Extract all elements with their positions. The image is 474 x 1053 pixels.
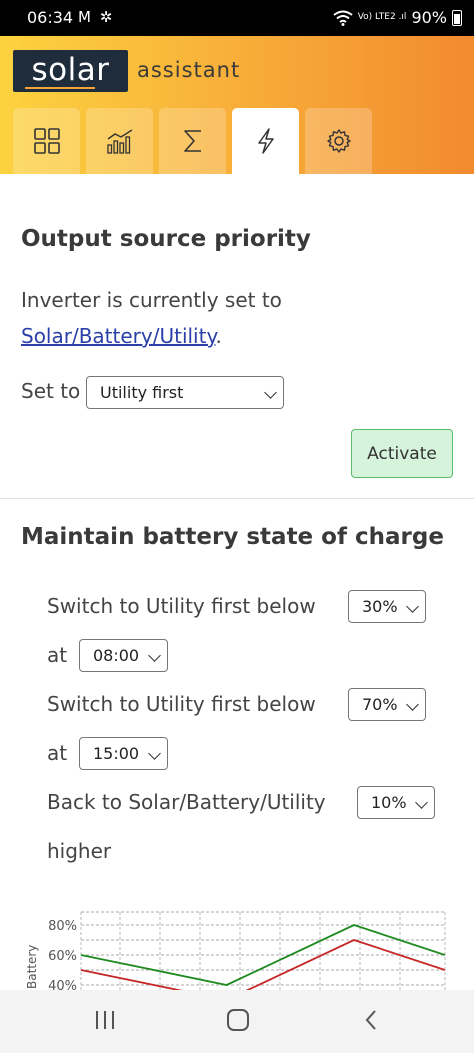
recents-icon[interactable]	[93, 1008, 117, 1032]
lightning-icon	[257, 128, 274, 154]
output-priority-title: Output source priority	[21, 226, 311, 252]
notification-icons: M ✲	[78, 8, 115, 26]
logo-word: solar	[31, 52, 110, 88]
inverter-status-line: Solar/Battery/Utility.	[21, 324, 222, 348]
back-to-label: Back to Solar/Battery/Utility	[47, 790, 326, 814]
priority-select-value: Utility first	[100, 383, 184, 402]
rule2-at-label: at	[47, 741, 68, 765]
back-suffix-label: higher	[47, 839, 112, 863]
rule1-time-select[interactable]: 08:00	[79, 639, 168, 672]
chevron-down-icon	[406, 698, 419, 711]
chevron-down-icon	[415, 796, 428, 809]
rule2-time-select[interactable]: 15:00	[79, 737, 168, 770]
tab-totals[interactable]	[159, 108, 226, 174]
rule1-at-label: at	[47, 643, 68, 667]
main-tabs	[13, 108, 372, 174]
back-icon[interactable]	[360, 1008, 384, 1032]
back-percent-value: 10%	[371, 793, 407, 812]
rule2-label: Switch to Utility first below	[47, 692, 316, 716]
y-axis-label: Battery	[25, 945, 39, 989]
battery-chart-svg: 80% 60% 40% Battery	[25, 911, 446, 990]
rule2-percent-select[interactable]: 70%	[348, 688, 426, 721]
rule1-time-value: 08:00	[93, 646, 140, 665]
battery-icon	[452, 9, 462, 26]
priority-select[interactable]: Utility first	[86, 376, 284, 409]
gear-icon	[326, 129, 351, 153]
grid-icon	[33, 128, 60, 154]
network-indicator: Vo) LTE2 .ıl	[357, 12, 407, 22]
tab-charts[interactable]	[86, 108, 153, 174]
battery-chart: 80% 60% 40% Battery	[0, 905, 474, 990]
maintain-soc-title: Maintain battery state of charge	[21, 524, 444, 550]
logo-underline	[25, 87, 95, 89]
back-percent-select[interactable]: 10%	[357, 786, 435, 819]
rule1-percent-value: 30%	[362, 597, 398, 616]
wifi-icon	[333, 10, 353, 26]
chevron-down-icon	[148, 747, 161, 760]
y-tick-label: 80%	[48, 919, 77, 934]
chart-icon	[106, 129, 132, 154]
status-time: 06:34	[27, 8, 74, 27]
rule1-percent-select[interactable]: 30%	[348, 590, 426, 623]
activate-button[interactable]: Activate	[351, 429, 453, 478]
logo[interactable]: solar	[13, 50, 128, 92]
section-divider	[0, 498, 474, 499]
current-priority-link[interactable]: Solar/Battery/Utility	[21, 324, 215, 348]
android-nav-bar	[0, 990, 474, 1053]
rule2-percent-value: 70%	[362, 695, 398, 714]
logo-subtitle: assistant	[137, 58, 241, 82]
chevron-down-icon	[406, 600, 419, 613]
tab-dashboard[interactable]	[13, 108, 80, 174]
y-tick-label: 60%	[48, 949, 77, 964]
chevron-down-icon	[264, 386, 277, 399]
tab-settings[interactable]	[305, 108, 372, 174]
tab-power[interactable]	[232, 108, 299, 174]
sigma-icon	[183, 130, 201, 152]
series-line-2	[80, 939, 446, 990]
home-icon[interactable]	[226, 1008, 250, 1032]
chevron-down-icon	[148, 649, 161, 662]
status-suffix: .	[215, 324, 222, 348]
rule2-time-value: 15:00	[93, 744, 140, 763]
set-to-label: Set to	[21, 379, 81, 403]
battery-percent: 90%	[411, 8, 447, 27]
y-tick-label: 40%	[48, 979, 77, 990]
status-bar: 06:34 M ✲ Vo) LTE2 .ıl 90%	[0, 0, 474, 36]
rule1-label: Switch to Utility first below	[47, 594, 316, 618]
app-header: solar assistant	[0, 36, 474, 174]
inverter-status-text: Inverter is currently set to	[21, 288, 282, 312]
